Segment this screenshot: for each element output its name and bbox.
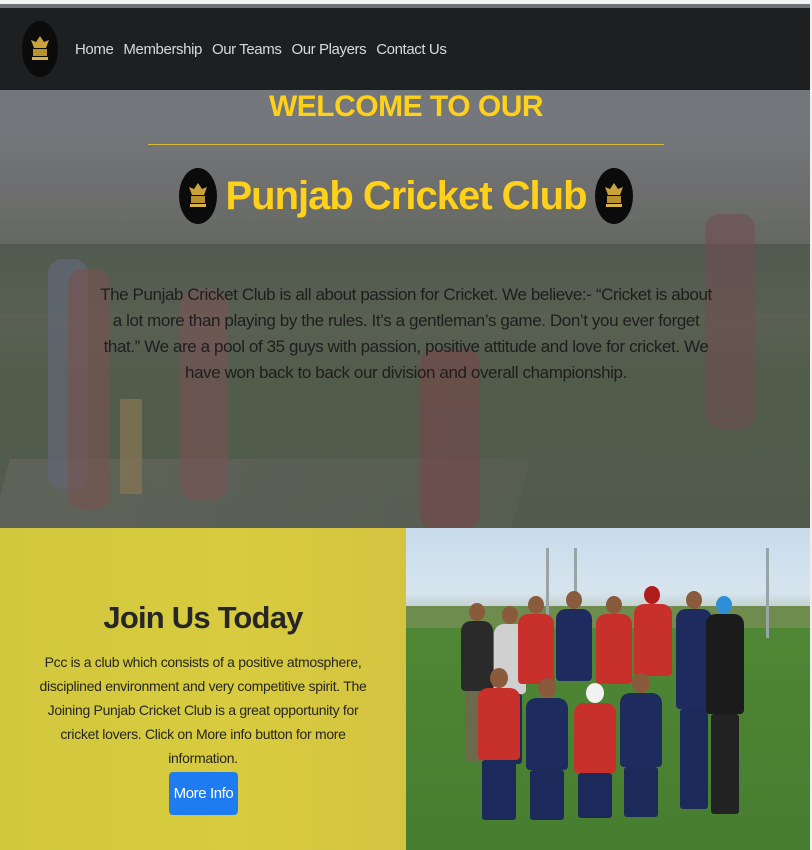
nav-our-players[interactable]: Our Players xyxy=(291,41,366,58)
more-info-button[interactable]: More Info xyxy=(169,772,238,815)
club-crest-right-icon xyxy=(594,168,633,224)
team-photo xyxy=(406,528,810,850)
navbar: Home Membership Our Teams Our Players Co… xyxy=(0,8,812,90)
nav-contact-us[interactable]: Contact Us xyxy=(376,41,447,58)
club-title-row: Punjab Cricket Club xyxy=(0,168,812,224)
club-description: The Punjab Cricket Club is all about pas… xyxy=(100,285,712,382)
nav-our-teams[interactable]: Our Teams xyxy=(212,41,282,58)
join-section: Join Us Today Pcc is a club which consis… xyxy=(0,528,406,850)
nav-membership[interactable]: Membership xyxy=(123,41,202,58)
club-logo-icon[interactable] xyxy=(22,21,58,77)
join-title: Join Us Today xyxy=(103,600,303,635)
welcome-heading: WELCOME TO OUR xyxy=(268,90,544,123)
nav-links: Home Membership Our Teams Our Players Co… xyxy=(75,41,447,58)
club-name-title: Punjab Cricket Club xyxy=(225,173,587,218)
heading-divider xyxy=(148,144,664,145)
join-description: Pcc is a club which consists of a positi… xyxy=(39,654,367,766)
club-crest-left-icon xyxy=(179,168,218,224)
nav-home[interactable]: Home xyxy=(75,41,114,58)
